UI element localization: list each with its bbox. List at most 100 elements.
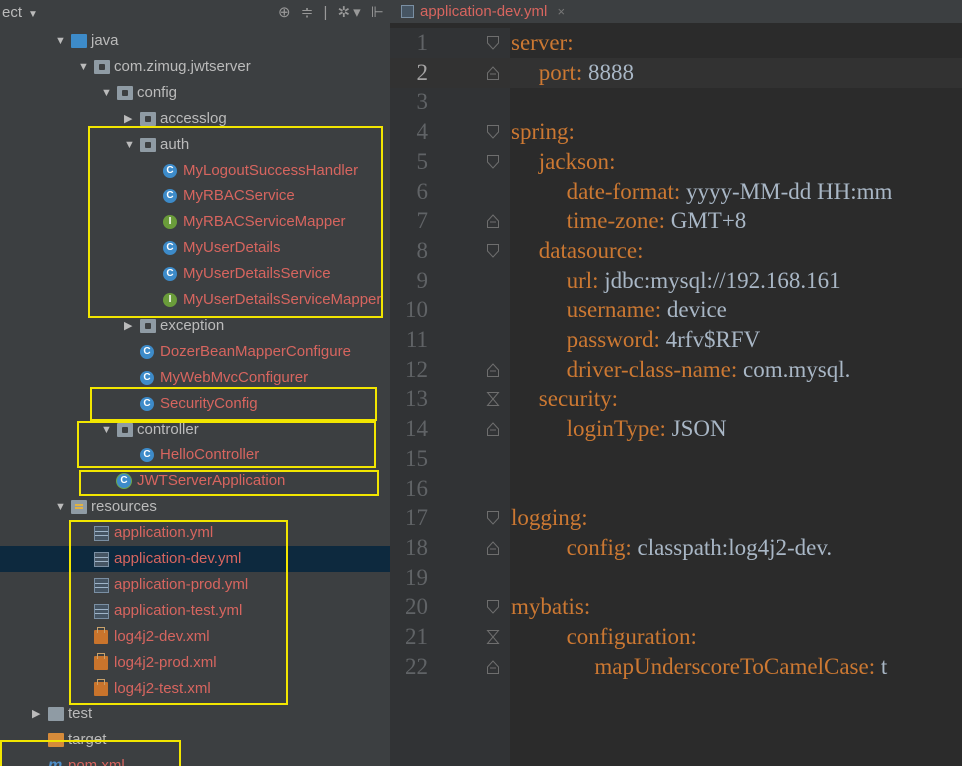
collapse-arrow-right-icon[interactable]: ▶ <box>32 701 40 727</box>
code-line[interactable]: 18 config: classpath:log4j2-dev. <box>390 533 962 563</box>
expand-arrow-down-icon[interactable]: ▼ <box>124 132 135 158</box>
yaml-value: yyyy-MM-dd HH:mm <box>686 178 893 204</box>
collapse-arrow-right-icon[interactable]: ▶ <box>124 106 132 132</box>
tab-application-dev-yml[interactable]: application-dev.yml × <box>394 0 572 23</box>
tree-item[interactable]: ▼ config <box>0 80 390 106</box>
tree-item[interactable]: C HelloController <box>0 442 390 468</box>
line-number: 19 <box>405 564 428 590</box>
expand-arrow-down-icon[interactable]: ▼ <box>101 417 112 443</box>
tree-item[interactable]: ▼ com.zimug.jwtserver <box>0 54 390 80</box>
code-line[interactable]: 9 url: jdbc:mysql://192.168.161 <box>390 266 962 296</box>
tree-item[interactable]: application-prod.yml <box>0 572 390 598</box>
code-line[interactable]: 2 port: 8888 <box>390 57 962 88</box>
close-icon[interactable]: × <box>557 4 565 19</box>
collapse-arrow-right-icon[interactable]: ▶ <box>124 313 132 339</box>
tree-item[interactable]: application-dev.yml <box>0 546 390 572</box>
code-line[interactable]: 4 spring: <box>390 117 962 147</box>
tree-item[interactable]: log4j2-prod.xml <box>0 650 390 676</box>
tree-item[interactable]: log4j2-test.xml <box>0 676 390 702</box>
code-line[interactable]: 14 loginType: JSON <box>390 414 962 444</box>
yaml-separator: : <box>654 297 667 323</box>
fold-end-icon[interactable] <box>486 659 500 675</box>
tree-item[interactable]: m pom.xml <box>0 753 390 766</box>
code-text: jackson: <box>539 147 616 177</box>
fold-toggle-icon[interactable] <box>486 124 500 140</box>
tree-item[interactable]: C MyUserDetailsService <box>0 261 390 287</box>
tree-item[interactable]: ▶ accesslog <box>0 106 390 132</box>
fold-end-icon[interactable] <box>486 421 500 437</box>
project-toolbar[interactable]: ⊕ ≑ | ✲▾ ⊩ <box>278 3 387 21</box>
tree-item-label: log4j2-dev.xml <box>114 627 210 645</box>
tree-item-label: log4j2-test.xml <box>114 679 211 697</box>
tree-item[interactable]: C JWTServerApplication <box>0 468 390 494</box>
code-line[interactable]: 15 <box>390 444 962 474</box>
code-line[interactable]: 10 username: device <box>390 295 962 325</box>
fold-end-icon[interactable] <box>486 65 500 81</box>
tree-item[interactable]: ▼ auth <box>0 132 390 158</box>
expand-arrow-down-icon[interactable]: ▼ <box>55 494 66 520</box>
code-line[interactable]: 12 driver-class-name: com.mysql. <box>390 355 962 385</box>
tree-item[interactable]: C MyWebMvcConfigurer <box>0 365 390 391</box>
tree-item[interactable]: application-test.yml <box>0 598 390 624</box>
tree-item[interactable]: application.yml <box>0 520 390 546</box>
line-number: 22 <box>405 653 428 679</box>
code-line[interactable]: 5 jackson: <box>390 147 962 177</box>
fold-end-icon[interactable] <box>486 213 500 229</box>
fold-toggle-icon[interactable] <box>486 599 500 615</box>
code-line[interactable]: 17 logging: <box>390 503 962 533</box>
yaml-key: logging <box>511 505 582 531</box>
yaml-separator: : <box>690 624 697 649</box>
project-panel: ect ▼ ⊕ ≑ | ✲▾ ⊩ ▼ java ▼ com.zimug.jwtserve… <box>0 0 390 766</box>
code-line[interactable]: 7 time-zone: GMT+8 <box>390 206 962 236</box>
fold-toggle-icon[interactable] <box>486 510 500 526</box>
tree-item[interactable]: I MyUserDetailsServiceMapper <box>0 287 390 313</box>
code-line[interactable]: 3 <box>390 87 962 117</box>
code-line[interactable]: 21 configuration: <box>390 622 962 652</box>
source-folder-icon <box>71 34 87 48</box>
yml-file-icon <box>401 5 414 18</box>
tree-item[interactable]: ▶ exception <box>0 313 390 339</box>
tree-item-label: resources <box>91 498 157 516</box>
tree-item-label: DozerBeanMapperConfigure <box>160 342 351 360</box>
line-number: 18 <box>405 534 428 560</box>
tree-item-label: MyLogoutSuccessHandler <box>183 161 359 179</box>
code-line[interactable]: 16 <box>390 474 962 504</box>
code-line[interactable]: 22 mapUnderscoreToCamelCase: t <box>390 652 962 682</box>
code-line[interactable]: 20 mybatis: <box>390 592 962 622</box>
tree-item[interactable]: C SecurityConfig <box>0 391 390 417</box>
fold-toggle-icon[interactable] <box>486 35 500 51</box>
code-text: spring: <box>511 117 575 147</box>
fold-end-icon[interactable] <box>486 540 500 556</box>
expand-arrow-down-icon[interactable]: ▼ <box>101 80 112 106</box>
tree-item[interactable]: target <box>0 727 390 753</box>
tree-item[interactable]: C MyLogoutSuccessHandler <box>0 158 390 184</box>
code-line[interactable]: 6 date-format: yyyy-MM-dd HH:mm <box>390 177 962 207</box>
tree-item[interactable]: C DozerBeanMapperConfigure <box>0 339 390 365</box>
tree-item[interactable]: ▶ test <box>0 701 390 727</box>
code-editor[interactable]: application-dev.yml × 1 server: 2 port: 888… <box>390 0 962 766</box>
tree-item[interactable]: ▼ controller <box>0 417 390 443</box>
fold-end-icon[interactable] <box>486 362 500 378</box>
code-line[interactable]: 13 security: <box>390 384 962 414</box>
code-line[interactable]: 11 password: 4rfv$RFV <box>390 325 962 355</box>
fold-toggle-icon[interactable] <box>486 629 500 645</box>
yaml-separator: : <box>653 327 666 352</box>
expand-arrow-down-icon[interactable]: ▼ <box>55 28 66 54</box>
fold-toggle-icon[interactable] <box>486 391 500 407</box>
fold-toggle-icon[interactable] <box>486 154 500 170</box>
expand-arrow-down-icon[interactable]: ▼ <box>78 54 89 80</box>
code-line[interactable]: 19 <box>390 563 962 593</box>
project-view-selector[interactable]: ect ▼ <box>2 4 38 21</box>
tree-item[interactable]: C MyRBACService <box>0 183 390 209</box>
class-icon: C <box>140 370 154 385</box>
code-line[interactable]: 8 datasource: <box>390 236 962 266</box>
tree-item[interactable]: log4j2-dev.xml <box>0 624 390 650</box>
tree-item[interactable]: ▼ resources <box>0 494 390 520</box>
code-line[interactable]: 1 server: <box>390 28 962 58</box>
class-icon: C <box>140 396 154 411</box>
tree-item[interactable]: I MyRBACServiceMapper <box>0 209 390 235</box>
fold-toggle-icon[interactable] <box>486 243 500 259</box>
tree-item[interactable]: C MyUserDetails <box>0 235 390 261</box>
tree-item[interactable]: ▼ java <box>0 28 390 54</box>
yaml-key: config <box>566 534 626 560</box>
